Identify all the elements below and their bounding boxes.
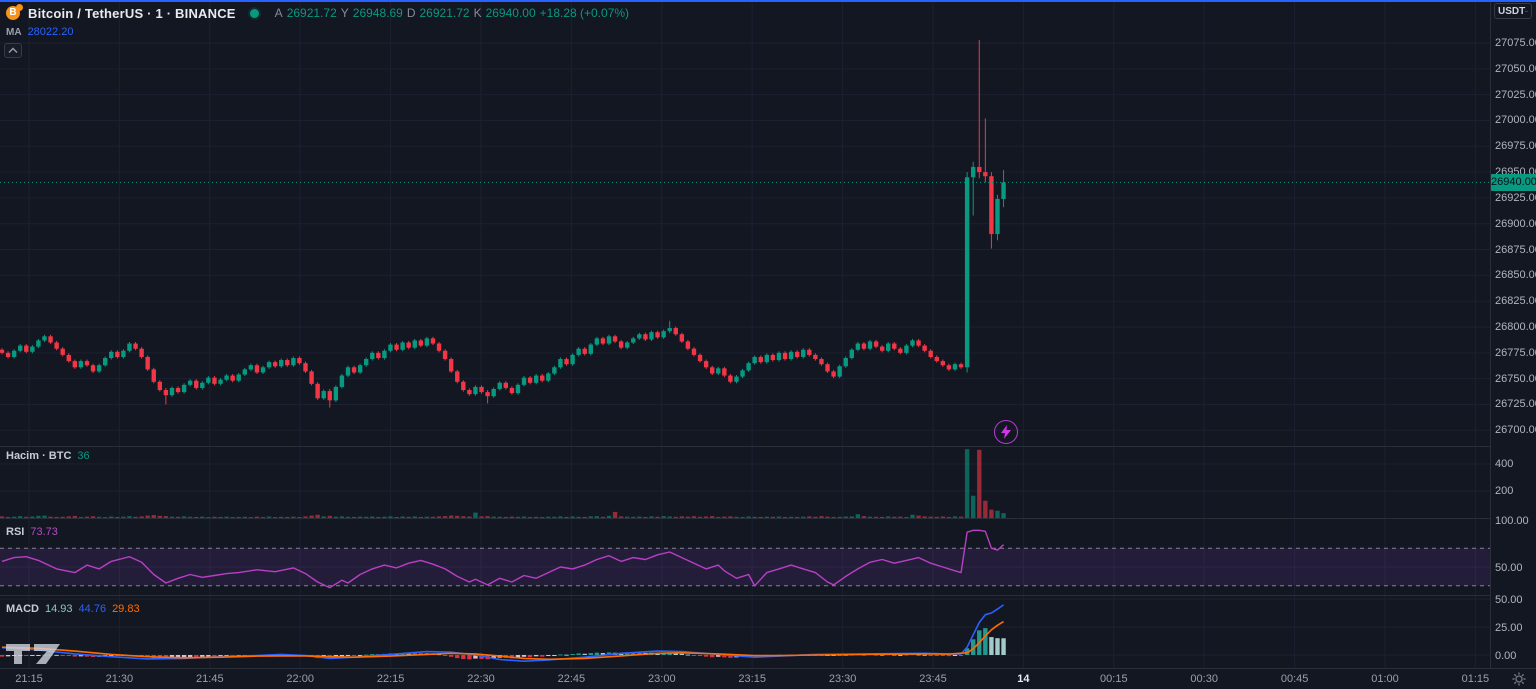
pane-divider[interactable] [0, 518, 1536, 519]
chevron-up-icon [8, 47, 18, 54]
low-label: D [407, 6, 416, 20]
currency-selector-button[interactable]: USDT [1494, 3, 1532, 19]
time-tick: 00:15 [1100, 673, 1128, 685]
lightning-icon[interactable] [994, 420, 1018, 444]
open-label: A [275, 6, 283, 20]
gear-icon[interactable] [1512, 672, 1528, 688]
volume-label[interactable]: Hacim · BTC [6, 450, 71, 462]
price-tick: 26700.00 [1495, 424, 1536, 436]
rsi-tick: 100.00 [1495, 515, 1529, 527]
macd-line-value: 44.76 [79, 603, 107, 615]
macd-signal-value: 29.83 [112, 603, 140, 615]
currency-label: USDT [1498, 6, 1525, 17]
chart-canvas[interactable] [0, 0, 1490, 668]
macd-label[interactable]: MACD [6, 603, 39, 615]
time-tick: 21:30 [106, 673, 134, 685]
open-value: 26921.72 [287, 6, 337, 20]
tradingview-watermark [6, 642, 76, 671]
price-tick: 27050.00 [1495, 63, 1536, 75]
time-tick: 14 [1017, 673, 1029, 685]
time-tick: 23:15 [738, 673, 766, 685]
ma-legend: MA 28022.20 [6, 26, 73, 38]
pane-divider[interactable] [0, 446, 1536, 447]
high-label: Y [341, 6, 349, 20]
symbol-title[interactable]: Bitcoin / TetherUS · 1 · BINANCE [28, 6, 236, 21]
time-tick: 21:45 [196, 673, 224, 685]
price-tick: 27025.00 [1495, 89, 1536, 101]
volume-value: 36 [77, 450, 89, 462]
legend-collapse-button[interactable] [4, 43, 22, 58]
price-tick: 26800.00 [1495, 321, 1536, 333]
bitcoin-logo-icon: B [6, 5, 22, 21]
macd-legend: MACD 14.93 44.76 29.83 [6, 603, 140, 615]
price-axis[interactable]: USDT 27075.00 27050.00 27025.00 27000.00 269… [1490, 0, 1536, 668]
price-tick: 26875.00 [1495, 244, 1536, 256]
volume-tick: 200 [1495, 485, 1513, 497]
time-tick: 00:30 [1190, 673, 1218, 685]
price-tick: 26775.00 [1495, 347, 1536, 359]
trading-chart-app: { "header": { "symbol_title": "Bitcoin /… [0, 0, 1536, 689]
high-value: 26948.69 [353, 6, 403, 20]
current-price-tag: 26940.00 [1491, 174, 1536, 191]
ma-label[interactable]: MA [6, 27, 22, 38]
macd-tick: 25.00 [1495, 622, 1523, 634]
price-tick: 26975.00 [1495, 140, 1536, 152]
symbol-legend: B Bitcoin / TetherUS · 1 · BINANCE A 2692… [6, 5, 629, 21]
rsi-label[interactable]: RSI [6, 526, 24, 538]
lightning-bolt-glyph [1000, 425, 1012, 439]
ohlc-values: A26921.72 Y26948.69 D26921.72 K26940.00 … [275, 6, 629, 20]
time-axis[interactable]: 21:15 21:30 21:45 22:00 22:15 22:30 22:45 23:00… [0, 668, 1536, 689]
price-tick: 26850.00 [1495, 269, 1536, 281]
price-tick: 26900.00 [1495, 218, 1536, 230]
ma-value: 28022.20 [28, 26, 74, 38]
time-tick: 22:00 [286, 673, 314, 685]
time-tick: 22:15 [377, 673, 405, 685]
market-status-icon[interactable] [250, 9, 259, 18]
time-tick: 00:45 [1281, 673, 1309, 685]
time-tick: 22:30 [467, 673, 495, 685]
time-tick: 23:00 [648, 673, 676, 685]
low-value: 26921.72 [420, 6, 470, 20]
price-tick: 26750.00 [1495, 373, 1536, 385]
close-label: K [474, 6, 482, 20]
time-tick: 01:00 [1371, 673, 1399, 685]
top-accent-border [0, 0, 1536, 2]
time-tick: 21:15 [15, 673, 43, 685]
macd-tick: 50.00 [1495, 594, 1523, 606]
price-tick: 26825.00 [1495, 295, 1536, 307]
macd-hist-value: 14.93 [45, 603, 73, 615]
time-tick: 01:15 [1462, 673, 1490, 685]
price-tick: 26925.00 [1495, 192, 1536, 204]
chevron-down-icon [1525, 9, 1528, 14]
price-tick: 27075.00 [1495, 37, 1536, 49]
close-value: 26940.00 [486, 6, 536, 20]
price-tick: 26725.00 [1495, 398, 1536, 410]
price-tick: 27000.00 [1495, 114, 1536, 126]
change-value: +18.28 (+0.07%) [540, 6, 629, 20]
rsi-value: 73.73 [30, 526, 58, 538]
macd-tick: 0.00 [1495, 650, 1516, 662]
time-tick: 22:45 [558, 673, 586, 685]
pane-divider[interactable] [0, 595, 1536, 596]
rsi-legend: RSI 73.73 [6, 526, 58, 538]
time-tick: 23:45 [919, 673, 947, 685]
volume-tick: 400 [1495, 458, 1513, 470]
rsi-tick: 50.00 [1495, 562, 1523, 574]
time-tick: 23:30 [829, 673, 857, 685]
volume-legend: Hacim · BTC 36 [6, 450, 90, 462]
